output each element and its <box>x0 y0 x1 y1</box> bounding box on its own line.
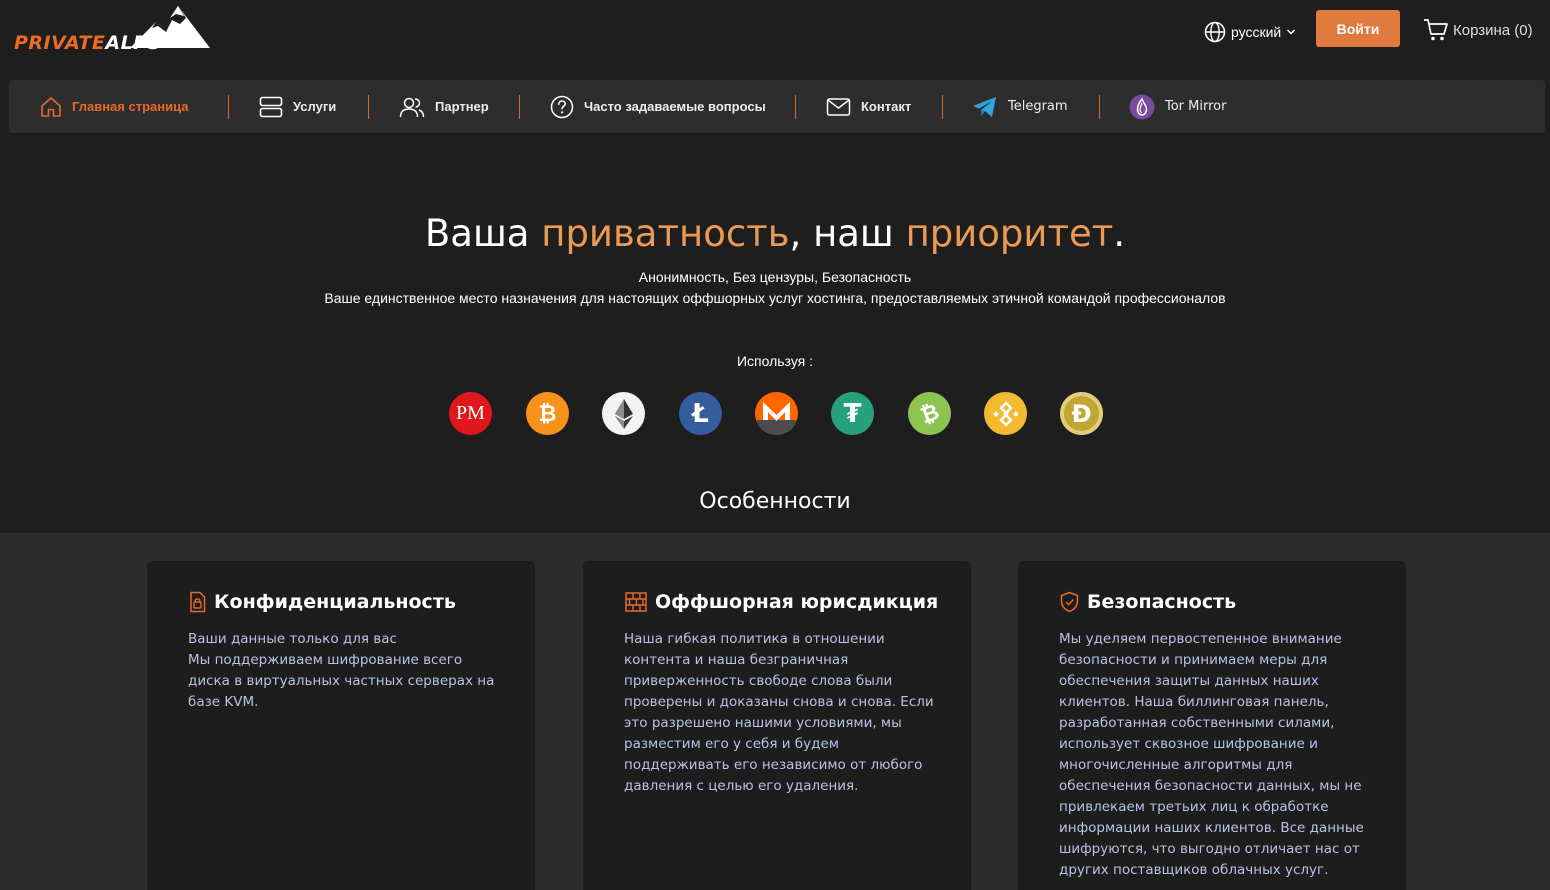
monero-icon <box>755 392 798 435</box>
feature-card-jurisdiction: Оффшорная юрисдикция Наша гибкая политик… <box>583 561 971 890</box>
card-text: Наша гибкая политика в отношении контент… <box>624 629 934 797</box>
nav-item-label: Главная страница <box>72 99 189 114</box>
card-paragraph: Мы уделяем первостепенное внимание безоп… <box>1059 631 1364 878</box>
binance-coin-icon <box>984 392 1027 435</box>
bitcoin-cash-icon: ₿ <box>908 392 951 435</box>
coin-glyph: Ł <box>692 398 709 429</box>
nav-item-partner[interactable]: Партнер <box>399 80 489 133</box>
nav-item-label: Контакт <box>861 99 912 114</box>
nav-item-label: Партнер <box>435 99 489 114</box>
card-header: Безопасность <box>1060 591 1236 613</box>
language-label: русский <box>1231 24 1282 40</box>
card-title: Безопасность <box>1087 591 1237 613</box>
nav-item-label: Услуги <box>293 99 337 114</box>
nav-item-label: Telegram <box>1008 99 1068 114</box>
perfect-money-icon: PM <box>449 392 492 435</box>
logo-wordmark: PRIVATEALPS <box>14 32 162 54</box>
coin-glyph: ₮ <box>843 398 862 429</box>
hero-title: Ваша приватность, наш приоритет. <box>0 212 1550 255</box>
nav-item-telegram[interactable]: Telegram <box>972 80 1068 133</box>
site-logo[interactable]: PRIVATEALPS <box>14 4 210 56</box>
coin-glyph: Ð <box>1071 399 1092 428</box>
nav-item-tor-mirror[interactable]: Tor Mirror <box>1129 80 1226 133</box>
litecoin-icon: Ł <box>679 392 722 435</box>
nav-item-contact[interactable]: Контакт <box>826 80 911 133</box>
feature-card-privacy: Конфиденциальность Ваши данные только дл… <box>147 561 535 890</box>
nav-divider <box>368 95 369 119</box>
globe-icon <box>1204 21 1226 43</box>
logo-part-private: PRIVATE <box>14 32 106 54</box>
nav-divider <box>519 95 520 119</box>
nav-item-home[interactable]: Главная страница <box>40 80 188 133</box>
card-paragraph: Наша гибкая политика в отношении контент… <box>624 631 934 794</box>
nav-item-label: Часто задаваемые вопросы <box>584 99 766 114</box>
coin-glyph: PM <box>456 402 485 424</box>
bitcoin-icon: ₿ <box>526 392 569 435</box>
coin-glyph: ₿ <box>916 399 943 429</box>
coin-glyph: ₿ <box>538 401 557 427</box>
brick-wall-icon <box>625 592 647 612</box>
payment-label: Используя : <box>736 353 814 369</box>
language-selector[interactable]: русский <box>1204 20 1296 44</box>
tether-icon: ₮ <box>831 392 874 435</box>
chevron-down-icon <box>1287 29 1296 35</box>
login-button[interactable]: Войти <box>1316 10 1400 47</box>
hero-title-part: Ваша <box>424 212 542 255</box>
hero-title-highlight: приватность <box>541 212 790 255</box>
envelope-icon <box>826 97 851 116</box>
nav-item-services[interactable]: Услуги <box>259 80 336 133</box>
cart-icon <box>1424 19 1448 41</box>
home-icon <box>41 96 61 117</box>
server-icon <box>259 96 283 117</box>
lock-file-icon <box>190 591 206 613</box>
question-circle-icon <box>550 95 574 118</box>
card-header: Оффшорная юрисдикция <box>625 591 938 613</box>
card-title: Оффшорная юрисдикция <box>655 591 939 613</box>
features-heading: Особенности <box>699 489 851 514</box>
site-header: PRIVATEALPS русский Войти Корзина (0) <box>0 0 1550 78</box>
hero-title-part: , наш <box>789 212 906 255</box>
monero-m-icon <box>755 402 798 435</box>
nav-item-faq[interactable]: Часто задаваемые вопросы <box>550 80 766 133</box>
ethereum-icon <box>602 392 645 435</box>
hero-description: Ваше единственное место назначения для н… <box>324 290 1226 306</box>
shield-check-icon <box>1060 591 1079 613</box>
dogecoin-icon: Ð <box>1060 392 1103 435</box>
card-paragraph: Ваши данные только для вас <box>188 631 397 647</box>
nav-divider <box>1099 95 1100 119</box>
card-paragraph: Мы поддерживаем шифрование всего диска в… <box>188 652 495 710</box>
hero-tagline: Анонимность, Без цензуры, Безопасность <box>638 269 912 285</box>
nav-item-label: Tor Mirror <box>1165 99 1227 114</box>
logo-part-alps: ALPS <box>105 32 162 54</box>
card-text: Ваши данные только для вас Мы поддержива… <box>188 629 498 713</box>
card-title: Конфиденциальность <box>214 591 456 613</box>
nav-divider <box>942 95 943 119</box>
tor-icon <box>1129 94 1155 119</box>
nav-divider <box>795 95 796 119</box>
ethereum-diamond-icon <box>614 398 633 429</box>
binance-diamond-icon <box>992 400 1019 427</box>
nav-divider <box>228 95 229 119</box>
card-header: Конфиденциальность <box>189 591 456 613</box>
cart-link[interactable]: Корзина (0) <box>1423 18 1533 42</box>
hero-title-part: . <box>1113 212 1126 255</box>
main-nav: Главная страница Услуги Партнер Часто за… <box>9 80 1545 133</box>
card-text: Мы уделяем первостепенное внимание безоп… <box>1059 629 1369 881</box>
cart-label: Корзина (0) <box>1453 21 1533 39</box>
feature-card-security: Безопасность Мы уделяем первостепенное в… <box>1018 561 1406 890</box>
hero-title-highlight: приоритет <box>905 212 1114 255</box>
telegram-icon <box>973 96 996 117</box>
users-icon <box>399 97 425 117</box>
